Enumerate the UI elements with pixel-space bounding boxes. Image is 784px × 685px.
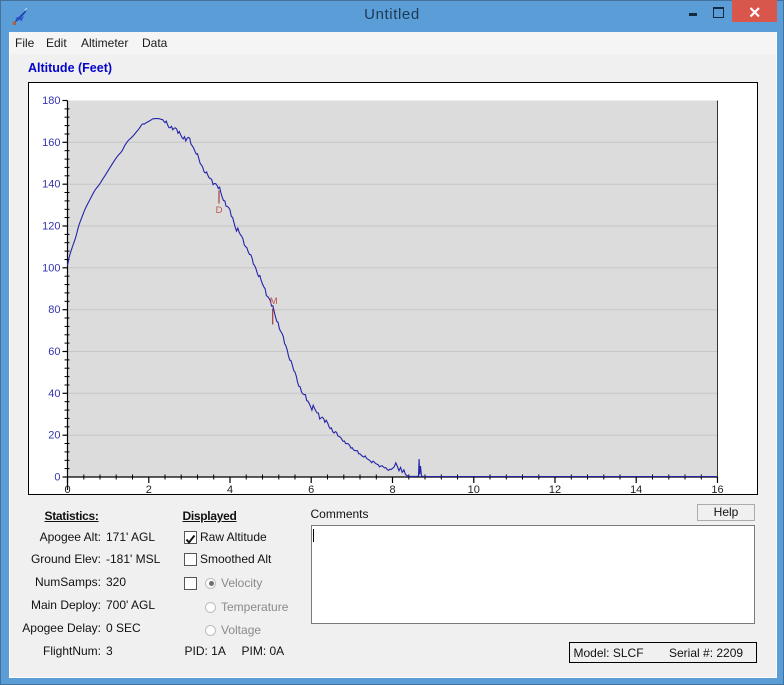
svg-text:120: 120 bbox=[42, 221, 60, 233]
svg-text:M: M bbox=[270, 296, 278, 307]
svg-text:D: D bbox=[216, 205, 223, 216]
svg-text:8: 8 bbox=[389, 484, 395, 494]
svg-text:160: 160 bbox=[42, 137, 60, 149]
svg-text:0: 0 bbox=[64, 484, 70, 494]
svg-text:20: 20 bbox=[48, 430, 60, 442]
svg-text:10: 10 bbox=[468, 484, 480, 494]
svg-text:100: 100 bbox=[42, 262, 60, 274]
svg-text:4: 4 bbox=[227, 484, 233, 494]
svg-text:140: 140 bbox=[42, 179, 60, 191]
svg-text:40: 40 bbox=[48, 388, 60, 400]
svg-text:180: 180 bbox=[42, 95, 60, 107]
svg-text:0: 0 bbox=[54, 472, 60, 484]
svg-text:14: 14 bbox=[630, 484, 642, 494]
svg-text:2: 2 bbox=[146, 484, 152, 494]
svg-text:16: 16 bbox=[711, 484, 723, 494]
svg-text:60: 60 bbox=[48, 346, 60, 358]
svg-text:6: 6 bbox=[308, 484, 314, 494]
svg-text:12: 12 bbox=[549, 484, 561, 494]
svg-text:80: 80 bbox=[48, 304, 60, 316]
